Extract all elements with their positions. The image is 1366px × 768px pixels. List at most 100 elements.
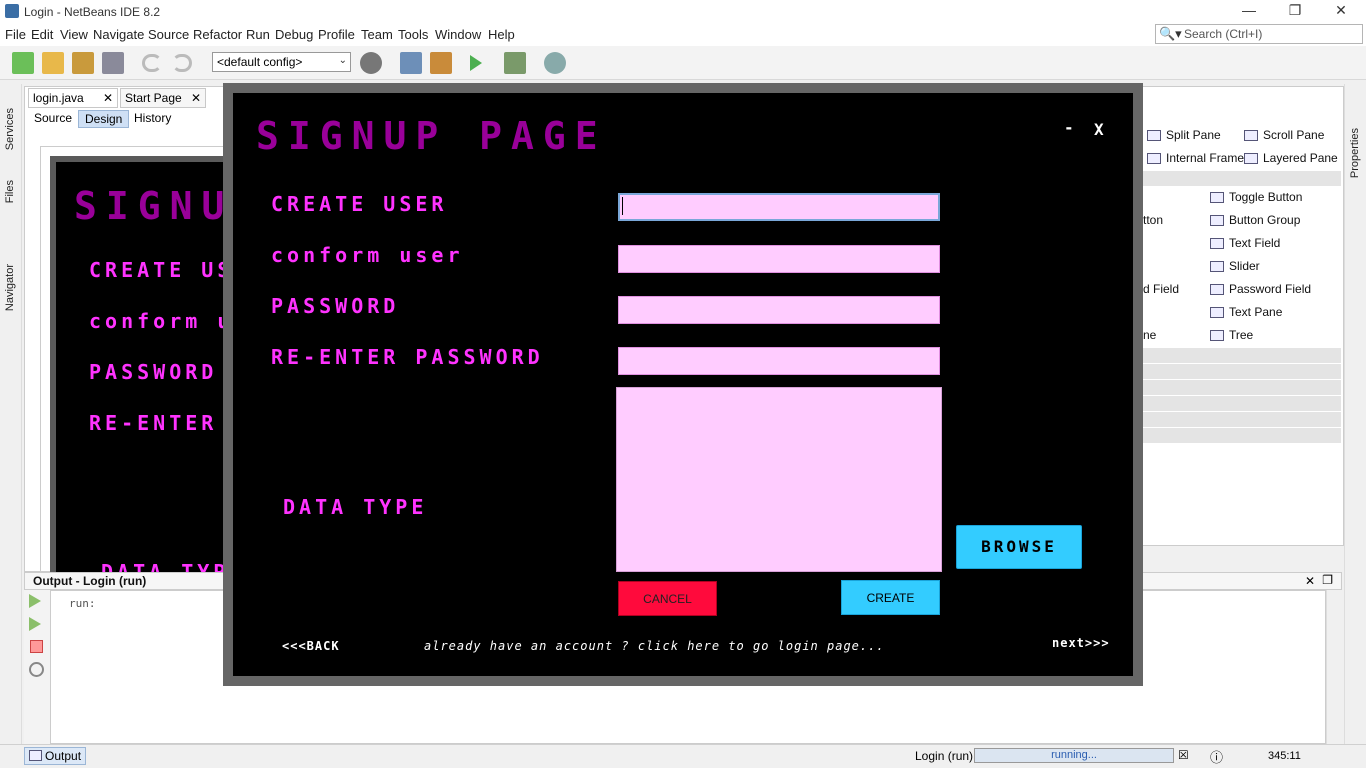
menu-help[interactable]: Help [488, 27, 515, 42]
mode-design[interactable]: Design [78, 110, 130, 128]
new-project-icon[interactable] [42, 52, 64, 74]
reenter-password-input[interactable] [618, 347, 940, 375]
close-tab-icon[interactable]: ✕ [103, 91, 113, 105]
menu-edit[interactable]: Edit [31, 27, 53, 42]
profile-icon[interactable] [544, 52, 566, 74]
palette-section-header[interactable] [1141, 364, 1341, 380]
close-output-icon[interactable]: ✕ [1305, 574, 1315, 588]
toolbar [0, 46, 1366, 80]
menu-tools[interactable]: Tools [398, 27, 428, 42]
signup-close-button[interactable]: X [1094, 120, 1104, 139]
new-file-icon[interactable] [12, 52, 34, 74]
palette-toggle-button[interactable]: Toggle Button [1210, 190, 1302, 204]
properties-tab[interactable]: Properties [1349, 128, 1361, 178]
menu-refactor[interactable]: Refactor [193, 27, 242, 42]
next-link[interactable]: next>>> [1052, 636, 1110, 650]
back-link[interactable]: <<<BACK [282, 639, 340, 653]
navigator-tab[interactable]: Navigator [4, 264, 16, 311]
confirm-user-input[interactable] [618, 245, 940, 273]
palette-internal-frame[interactable]: Internal Frame [1147, 151, 1244, 165]
mode-history[interactable]: History [128, 110, 177, 128]
menu-file[interactable]: File [5, 27, 26, 42]
globe-icon[interactable] [360, 52, 382, 74]
config-select[interactable]: <default config> ⌄ [212, 52, 351, 72]
palette-layered-pane[interactable]: Layered Pane [1244, 151, 1338, 165]
search-input[interactable]: 🔍▾ Search (Ctrl+I) [1155, 24, 1363, 44]
preview-label: PASSWORD [89, 360, 218, 384]
preview-label: RE-ENTER [89, 411, 218, 435]
close-tab-icon[interactable]: ✕ [191, 91, 201, 105]
mode-source[interactable]: Source [28, 110, 78, 128]
stop-icon[interactable] [30, 640, 43, 653]
preview-label: CREATE US [89, 258, 230, 282]
save-all-icon[interactable] [102, 52, 124, 74]
create-user-input[interactable] [618, 193, 940, 221]
preview-title: SIGNU [74, 184, 230, 228]
maximize-output-icon[interactable]: ❐ [1322, 573, 1333, 587]
login-page-link[interactable]: already have an account ? click here to … [424, 639, 885, 653]
menu-profile[interactable]: Profile [318, 27, 355, 42]
palette-slider[interactable]: Slider [1210, 259, 1260, 273]
notifications-icon[interactable]: ⓘ [1210, 747, 1223, 766]
palette-section-header[interactable] [1141, 380, 1341, 396]
palette-partial-item[interactable]: tton [1143, 213, 1163, 227]
output-scrollbar[interactable] [1326, 590, 1342, 744]
clean-build-icon[interactable] [430, 52, 452, 74]
palette-partial-item[interactable]: ne [1143, 328, 1156, 342]
palette-partial-item[interactable]: d Field [1143, 282, 1179, 296]
palette-section-header[interactable] [1141, 171, 1341, 187]
palette-split-pane[interactable]: Split Pane [1147, 128, 1221, 142]
palette-text-field[interactable]: Text Field [1210, 236, 1280, 250]
menu-debug[interactable]: Debug [275, 27, 313, 42]
settings-icon[interactable] [29, 662, 44, 677]
rerun-with-params-icon[interactable] [29, 617, 41, 631]
palette-text-pane[interactable]: Text Pane [1210, 305, 1282, 319]
menu-window[interactable]: Window [435, 27, 481, 42]
search-placeholder: Search (Ctrl+I) [1184, 27, 1263, 41]
close-window-icon[interactable]: ✕ [1326, 2, 1356, 19]
netbeans-app-icon [5, 4, 19, 18]
palette-section-header[interactable] [1141, 412, 1341, 428]
menu-source[interactable]: Source [148, 27, 189, 42]
menu-view[interactable]: View [60, 27, 88, 42]
tab-label: login.java [33, 91, 84, 105]
files-tab[interactable]: Files [4, 180, 16, 203]
minimize-window-icon[interactable]: — [1234, 2, 1264, 18]
browse-button[interactable]: BROWSE [956, 525, 1082, 569]
rerun-icon[interactable] [29, 594, 41, 608]
redo-icon[interactable] [172, 54, 192, 72]
services-tab[interactable]: Services [4, 108, 16, 150]
menu-team[interactable]: Team [361, 27, 393, 42]
palette-password-field[interactable]: Password Field [1210, 282, 1311, 296]
data-type-area[interactable] [616, 387, 942, 572]
run-icon[interactable] [470, 55, 482, 71]
palette-section-header[interactable] [1141, 396, 1341, 412]
password-input[interactable] [618, 296, 940, 324]
palette-tree[interactable]: Tree [1210, 328, 1253, 342]
palette-scroll-pane[interactable]: Scroll Pane [1244, 128, 1324, 142]
window-title: Login - NetBeans IDE 8.2 [24, 5, 161, 19]
right-side-strip: Properties [1344, 84, 1366, 744]
tab-start-page[interactable]: Start Page ✕ [120, 88, 206, 108]
tab-login-java[interactable]: login.java ✕ [28, 88, 118, 108]
signup-minimize-button[interactable]: - [1064, 118, 1074, 137]
signup-title: SIGNUP PAGE [256, 114, 607, 158]
restore-window-icon[interactable]: ❐ [1280, 2, 1310, 19]
open-project-icon[interactable] [72, 52, 94, 74]
caret-position: 345:11 [1268, 750, 1301, 762]
menu-run[interactable]: Run [246, 27, 270, 42]
palette-section-header[interactable] [1141, 428, 1341, 444]
output-bottom-tab[interactable]: Output [24, 747, 86, 765]
tab-label: Start Page [125, 91, 182, 105]
debug-icon[interactable] [504, 52, 526, 74]
create-button[interactable]: CREATE [841, 580, 940, 615]
palette-button-group[interactable]: Button Group [1210, 213, 1300, 227]
output-run-text: run: [69, 597, 96, 610]
cancel-task-icon[interactable]: ☒ [1178, 748, 1189, 762]
menu-navigate[interactable]: Navigate [93, 27, 144, 42]
undo-icon[interactable] [142, 54, 162, 72]
palette-section-header[interactable] [1141, 348, 1341, 364]
build-icon[interactable] [400, 52, 422, 74]
chevron-down-icon: ⌄ [338, 55, 347, 66]
cancel-button[interactable]: CANCEL [618, 581, 717, 616]
